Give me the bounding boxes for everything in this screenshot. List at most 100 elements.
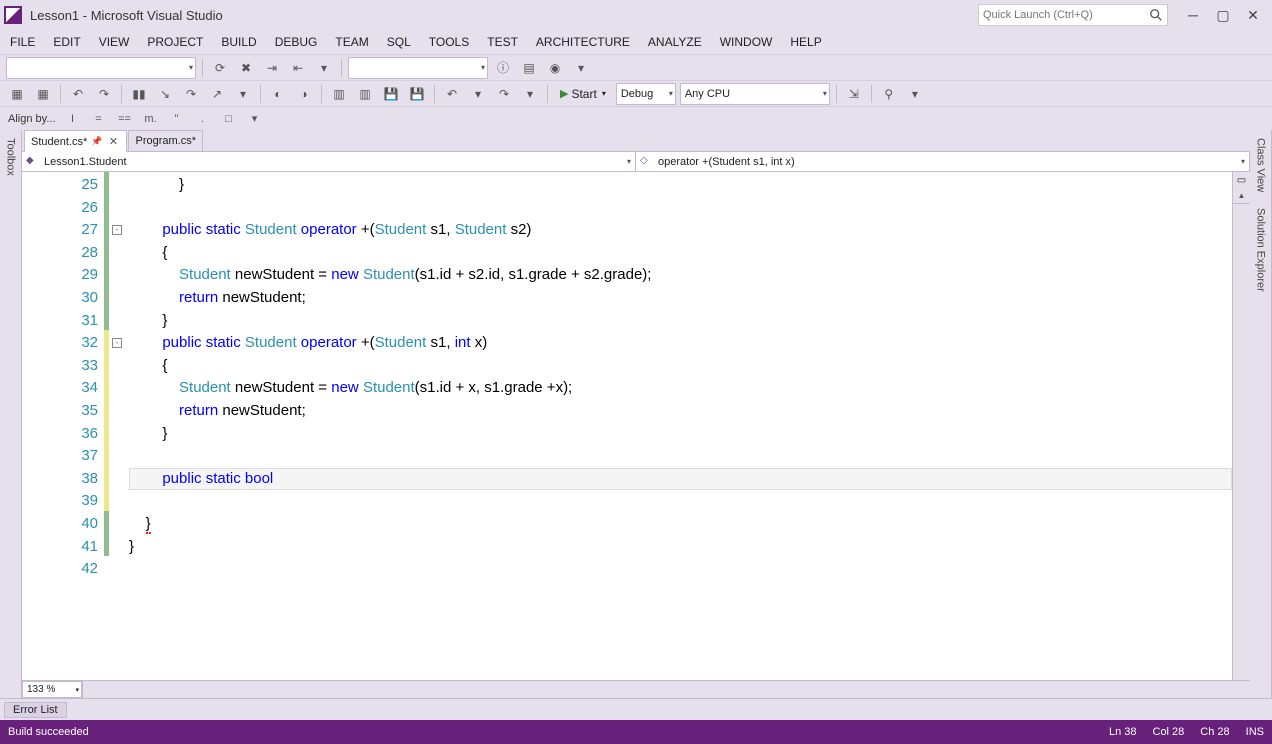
close-tab-icon[interactable]: ✕ (106, 135, 120, 148)
step-over-icon[interactable]: ↷ (180, 83, 202, 105)
undo-drop-icon[interactable]: ▾ (467, 83, 489, 105)
code-line[interactable]: { (129, 242, 1232, 265)
start-button[interactable]: ▶ Start ▾ (554, 83, 612, 105)
save-all-icon[interactable]: 💾 (406, 83, 428, 105)
align-m-icon[interactable]: m. (142, 111, 160, 127)
scope-combo[interactable] (348, 57, 488, 79)
cancel-icon[interactable]: ✖ (235, 57, 257, 79)
code-line[interactable]: public static Student operator +(Student… (129, 219, 1232, 242)
scroll-up-icon[interactable]: ▲ (1233, 188, 1250, 204)
attach-icon[interactable]: ⇲ (843, 83, 865, 105)
class-view-tab[interactable]: Class View (1255, 134, 1267, 196)
minimize-button[interactable]: ─ (1178, 4, 1208, 26)
code-line[interactable] (129, 445, 1232, 468)
nav-back-icon[interactable]: ↶ (67, 83, 89, 105)
menu-edit[interactable]: EDIT (47, 33, 86, 51)
zoom-combo[interactable]: 133 % (22, 681, 82, 698)
step-out2-icon[interactable]: ↗ (206, 83, 228, 105)
code-line[interactable]: } (129, 423, 1232, 446)
code-line[interactable] (129, 197, 1232, 220)
menu-test[interactable]: TEST (481, 33, 524, 51)
vertical-scrollbar[interactable]: ▭ ▲ (1232, 172, 1250, 680)
platform-combo[interactable]: Any CPU (680, 83, 830, 105)
code-line[interactable]: } (129, 174, 1232, 197)
code-line[interactable]: } (129, 310, 1232, 333)
class-nav-combo[interactable]: ◆ Lesson1.Student (22, 152, 636, 171)
fold-toggle-icon[interactable]: - (112, 225, 122, 235)
code-line[interactable]: { (129, 355, 1232, 378)
nav-fwd-icon[interactable]: ↷ (93, 83, 115, 105)
maximize-button[interactable]: ▢ (1208, 4, 1238, 26)
code-editor[interactable]: 252627282930313233343536373839404142 -- … (22, 172, 1250, 680)
menu-file[interactable]: FILE (4, 33, 41, 51)
step-into-icon[interactable]: ↘ (154, 83, 176, 105)
quick-launch-box[interactable] (978, 4, 1168, 26)
nav-fwd2-icon[interactable]: ◑ (293, 83, 315, 105)
menu-tools[interactable]: TOOLS (423, 33, 475, 51)
step-out-icon[interactable]: ⇤ (287, 57, 309, 79)
dropdown-icon[interactable]: ▾ (313, 57, 335, 79)
nav-circle-icon[interactable]: ◐ (267, 83, 289, 105)
quick-launch-input[interactable] (983, 9, 1149, 21)
align-overflow-icon[interactable]: ▾ (246, 111, 264, 127)
menu-project[interactable]: PROJECT (141, 33, 209, 51)
menu-view[interactable]: VIEW (93, 33, 136, 51)
redo-drop-icon[interactable]: ▾ (519, 83, 541, 105)
toolbox-tab[interactable]: Toolbox (5, 134, 17, 180)
horizontal-scrollbar[interactable] (82, 681, 1250, 698)
step-icon[interactable]: ⇥ (261, 57, 283, 79)
code-line[interactable]: } (129, 536, 1232, 559)
undo-icon[interactable]: ↶ (441, 83, 463, 105)
window1-icon[interactable]: ▥ (328, 83, 350, 105)
align-equals-icon[interactable]: = (90, 111, 108, 127)
code-line[interactable]: Student newStudent = new Student(s1.id +… (129, 377, 1232, 400)
add-file-icon[interactable]: ▦ (32, 83, 54, 105)
menu-debug[interactable]: DEBUG (269, 33, 324, 51)
error-list-tab[interactable]: Error List (4, 702, 67, 718)
pause-icon[interactable]: ▮▮ (128, 83, 150, 105)
window2-icon[interactable]: ▥ (354, 83, 376, 105)
menu-analyze[interactable]: ANALYZE (642, 33, 708, 51)
find-icon[interactable]: ⚲ (878, 83, 900, 105)
menu-window[interactable]: WINDOW (714, 33, 779, 51)
doc-icon[interactable]: ▤ (518, 57, 540, 79)
align-double-icon[interactable]: == (116, 111, 134, 127)
refresh-icon[interactable]: ⟳ (209, 57, 231, 79)
close-button[interactable]: ✕ (1238, 4, 1268, 26)
tab-programcs[interactable]: Program.cs* (128, 130, 203, 151)
member-nav-combo[interactable]: ◇ operator +(Student s1, int x) (636, 152, 1250, 171)
menu-build[interactable]: BUILD (215, 33, 262, 51)
menu-architecture[interactable]: ARCHITECTURE (530, 33, 636, 51)
pin-icon[interactable]: 📌 (91, 136, 102, 147)
new-file-icon[interactable]: ▦ (6, 83, 28, 105)
redo-icon[interactable]: ↷ (493, 83, 515, 105)
split-icon[interactable]: ▭ (1233, 172, 1250, 188)
align-dot-icon[interactable]: . (194, 111, 212, 127)
menu-sql[interactable]: SQL (381, 33, 417, 51)
fold-toggle-icon[interactable]: - (112, 338, 122, 348)
dropdown2-icon[interactable]: ▾ (232, 83, 254, 105)
code-line[interactable]: Student newStudent = new Student(s1.id +… (129, 264, 1232, 287)
menu-team[interactable]: TEAM (329, 33, 374, 51)
world-icon[interactable]: ◉ (544, 57, 566, 79)
overflow-icon[interactable]: ▾ (570, 57, 592, 79)
code-line[interactable]: return newStudent; (129, 400, 1232, 423)
align-quote-icon[interactable]: " (168, 111, 186, 127)
solution-combo[interactable] (6, 57, 196, 79)
align-cursor-icon[interactable]: I (64, 111, 82, 127)
code-line[interactable]: return newStudent; (129, 287, 1232, 310)
save-icon[interactable]: 💾 (380, 83, 402, 105)
code-line[interactable] (129, 490, 1232, 513)
menu-help[interactable]: HELP (784, 33, 827, 51)
align-sq-icon[interactable]: □ (220, 111, 238, 127)
code-line[interactable]: } (129, 513, 1232, 536)
code-text[interactable]: } public static Student operator +(Stude… (125, 172, 1232, 680)
code-line[interactable] (129, 558, 1232, 581)
solution-explorer-tab[interactable]: Solution Explorer (1255, 204, 1267, 296)
align-by-label[interactable]: Align by... (8, 113, 56, 125)
code-line[interactable]: public static Student operator +(Student… (129, 332, 1232, 355)
overflow2-icon[interactable]: ▾ (904, 83, 926, 105)
info-icon[interactable]: ⓘ (492, 57, 514, 79)
tab-studentcs[interactable]: Student.cs*📌✕ (24, 130, 127, 152)
config-combo[interactable]: Debug (616, 83, 676, 105)
